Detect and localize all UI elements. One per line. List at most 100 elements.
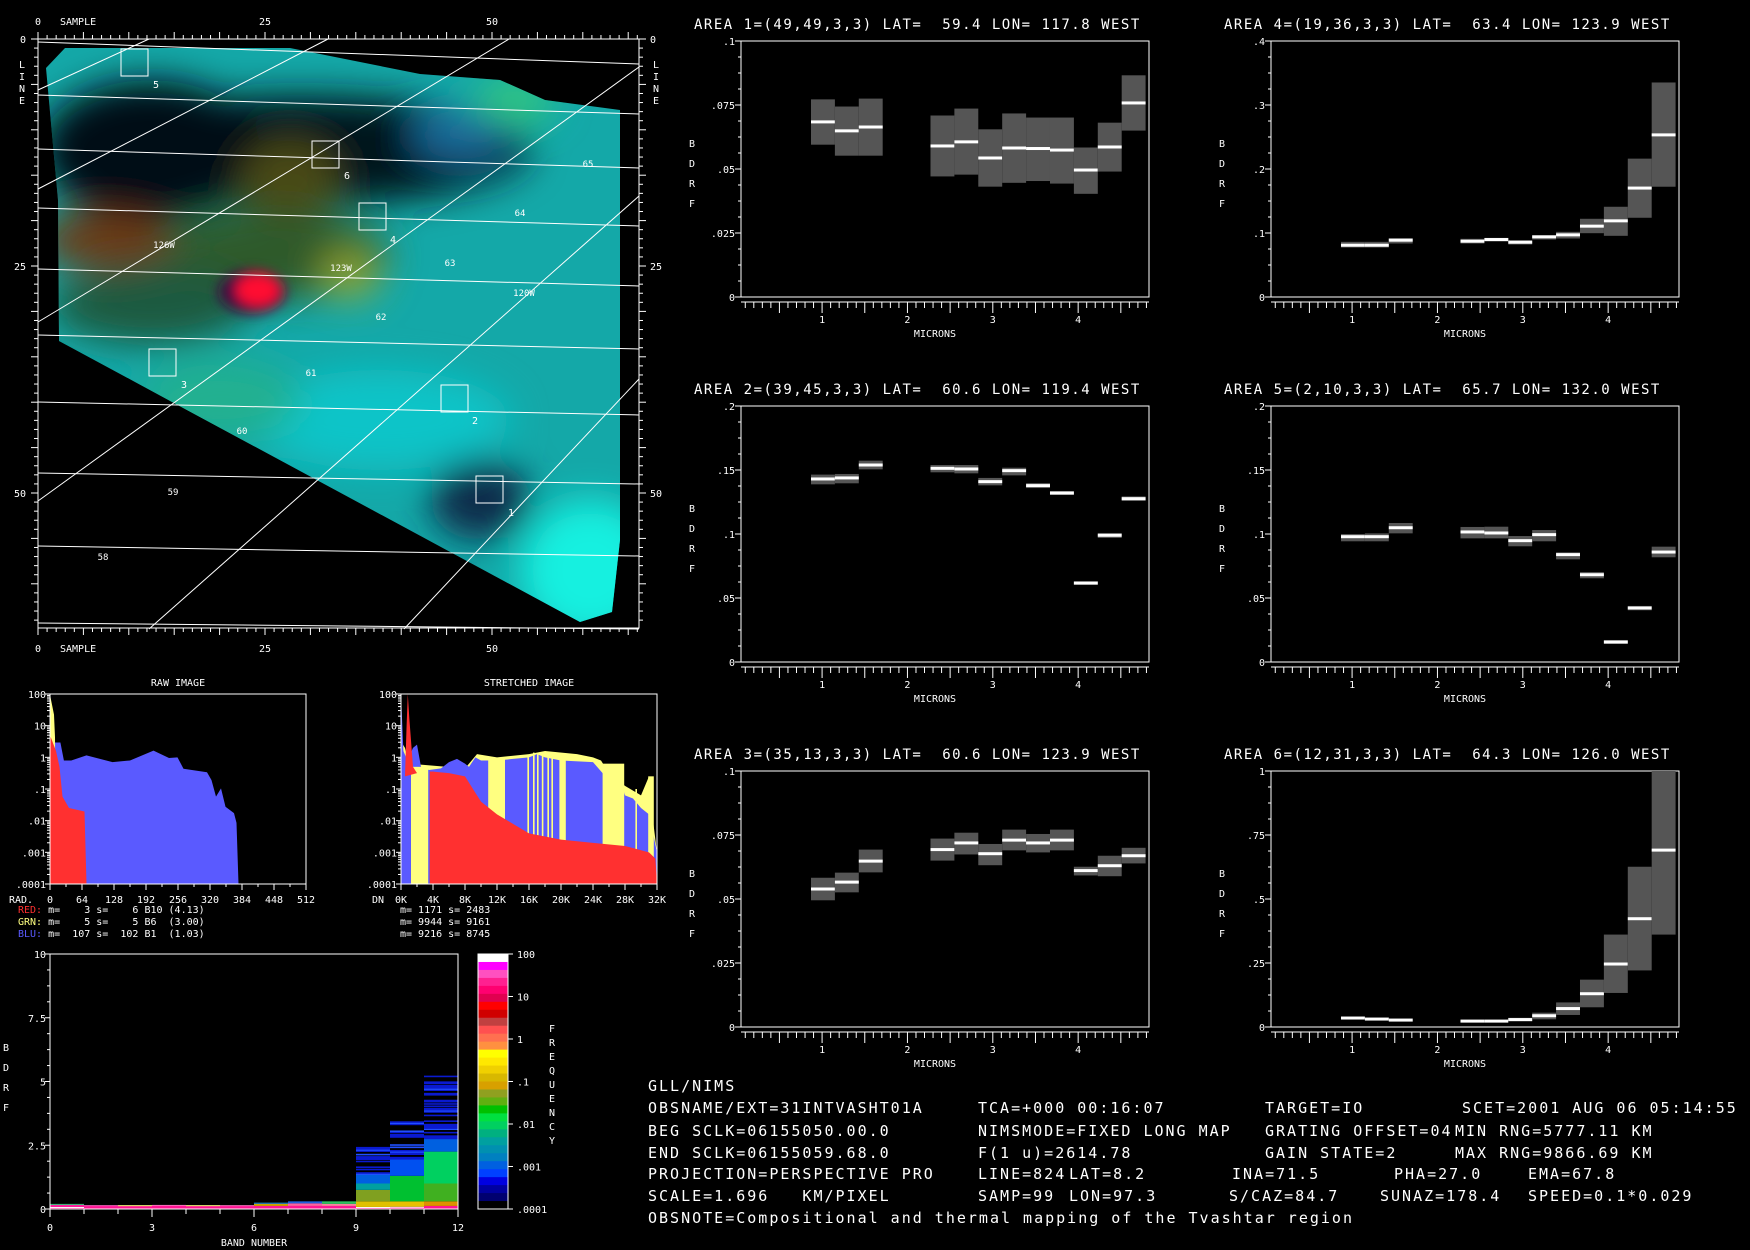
bdrf-mean-mark	[978, 156, 1003, 160]
bdrf-frequency-cell	[288, 1201, 322, 1204]
y-axis-letter: B	[689, 869, 695, 880]
line-axis-letter: I	[653, 72, 659, 83]
bdrf-frequency-cell	[424, 1201, 458, 1206]
info-field: SAMP=99	[978, 1187, 1056, 1205]
bdrf-frequency-cell	[424, 1183, 458, 1202]
colorbar-swatch	[478, 1193, 508, 1202]
y-tick-label: .15	[1247, 466, 1265, 477]
y-tick-label: 100	[379, 690, 397, 701]
y-tick-label: 0	[1259, 1023, 1265, 1034]
colorbar-tick-label: .01	[517, 1120, 535, 1131]
y-tick-label: .0001	[16, 880, 46, 891]
plot-frame	[740, 405, 1150, 663]
nims-display: 6564636261605958126W123W120W123456 000 02…	[3, 17, 1680, 1249]
channel-stats: GRN: m= 5 s= 5 B6 (3.00)	[18, 917, 205, 928]
line-axis-letter: N	[19, 84, 25, 95]
bdrf-mean-mark	[1340, 1016, 1365, 1020]
y-tick-label: 10	[385, 722, 397, 733]
colorbar-swatch	[478, 969, 508, 979]
histogram-title: STRETCHED IMAGE	[484, 678, 574, 689]
bdrf-mean-mark	[858, 125, 883, 129]
bdrf-mean-mark	[1388, 526, 1413, 530]
info-field: GAIN STATE=2	[1265, 1144, 1398, 1162]
y-axis-letter: B	[689, 139, 695, 150]
bdrf-mean-mark	[1579, 573, 1604, 577]
line-axis-letter: E	[19, 96, 25, 107]
y-tick-label: .01	[28, 817, 46, 828]
bdrf-frequency-streak	[390, 1121, 424, 1123]
bdrf-frequency-cell	[50, 1204, 84, 1207]
bdrf-mean-mark	[1340, 243, 1365, 247]
y-axis-letter: R	[689, 544, 696, 555]
spectrum-plot-area6: AREA 6=(12,31,3,3) LAT= 64.3 LON= 126.0 …	[1219, 747, 1680, 1070]
bdrf-mean-mark	[1026, 147, 1050, 151]
bdrf-mean-mark	[1603, 962, 1628, 966]
bdrf-mean-mark	[1364, 535, 1389, 539]
x-tick-label: 1	[1349, 1045, 1355, 1056]
bdrf-mean-mark	[1340, 535, 1365, 539]
bdrf-mean-mark	[1508, 539, 1533, 543]
colorbar-title-letter: E	[549, 1094, 555, 1105]
y-axis-letter: F	[1219, 199, 1225, 210]
info-field: SCALE=1.696 KM/PIXEL	[648, 1187, 891, 1205]
area-box-label: 3	[181, 380, 187, 391]
y-tick-label: 1	[40, 753, 46, 764]
colorbar-swatch	[478, 1097, 508, 1106]
bdrf-mean-mark	[978, 480, 1003, 484]
plot-title: AREA 4=(19,36,3,3) LAT= 63.4 LON= 123.9 …	[1224, 17, 1671, 33]
channel-stats-values: m= 3 s= 6 B10 (4.13)	[42, 905, 205, 916]
y-tick-label: 0	[729, 293, 735, 304]
bdrf-mean-mark	[978, 852, 1003, 856]
bdrf-mean-mark	[954, 841, 979, 845]
plot-title: AREA 5=(2,10,3,3) LAT= 65.7 LON= 132.0 W…	[1224, 382, 1661, 398]
y-axis-letter: F	[1219, 564, 1225, 575]
info-field: PHA=27.0	[1394, 1165, 1483, 1183]
info-field: GLL/NIMS	[648, 1077, 737, 1095]
x-tick-label: 3	[1520, 1045, 1526, 1056]
band-bdrf-histogram: 02.557.510BDRF0 3 6 9 12BAND NUMBER100101.1.…	[3, 950, 556, 1249]
y-tick-label: 1	[1259, 767, 1265, 778]
colorbar-swatch	[478, 1153, 508, 1162]
y-tick-label: 1	[391, 753, 397, 764]
bdrf-mean-mark	[1364, 1017, 1389, 1021]
bdrf-frequency-streak	[356, 1168, 390, 1171]
y-tick-label: .025	[711, 959, 735, 970]
channel-label: GRN:	[18, 917, 42, 928]
bdrf-frequency-streak	[356, 1156, 390, 1158]
bdrf-mean-mark	[1026, 841, 1050, 845]
bdrf-mean-mark	[1556, 1007, 1580, 1011]
bdrf-frequency-cell	[186, 1205, 220, 1207]
projected-image-panel: 6564636261605958126W123W120W123456 000 02…	[14, 17, 662, 655]
bdrf-mean-mark	[1388, 1018, 1413, 1022]
bdrf-mean-mark	[1097, 533, 1122, 537]
x-tick-label: 448	[265, 895, 283, 906]
y-tick-label: .5	[1253, 895, 1265, 906]
y-axis-letter: R	[689, 909, 696, 920]
info-field: S/CAZ=84.7	[1229, 1187, 1340, 1205]
false-color-image	[46, 48, 620, 622]
y-tick-label: 0	[40, 1205, 46, 1216]
line-axis-letter: I	[19, 72, 25, 83]
bdrf-frequency-streak	[356, 1146, 390, 1149]
channel-stats: m= 9216 s= 8745	[400, 929, 490, 940]
histogram-plots: RAW IMAGE100101.1.01.001.00010 64 128 192 25…	[9, 678, 666, 940]
y-tick-label: .05	[1247, 594, 1265, 605]
y-tick-label: .025	[711, 229, 735, 240]
x-tick-label: 28K	[616, 895, 634, 906]
x-axis-title: DN	[372, 895, 384, 906]
bdrf-mean-mark	[1073, 581, 1098, 585]
colorbar-title-letter: N	[549, 1108, 555, 1119]
info-field: F(1 u)=2614.78	[978, 1144, 1133, 1162]
bdrf-mean-mark	[1097, 864, 1122, 868]
y-axis-letter: R	[1219, 909, 1226, 920]
info-field: OBSNOTE=Compositional and thermal mappin…	[648, 1209, 1354, 1227]
bdrf-frequency-streak	[390, 1146, 424, 1149]
sample-tick-label: 50	[486, 17, 498, 28]
bdrf-frequency-streak	[390, 1149, 424, 1152]
x-axis-title: MICRONS	[914, 329, 956, 340]
x-tick-label: 3	[990, 680, 996, 691]
y-axis-letter: D	[1219, 159, 1225, 170]
bdrf-frequency-streak	[424, 1131, 458, 1134]
raw-histogram: RAW IMAGE100101.1.01.001.00010 64 128 192 25…	[9, 678, 315, 940]
bdrf-mean-mark	[1556, 553, 1580, 557]
